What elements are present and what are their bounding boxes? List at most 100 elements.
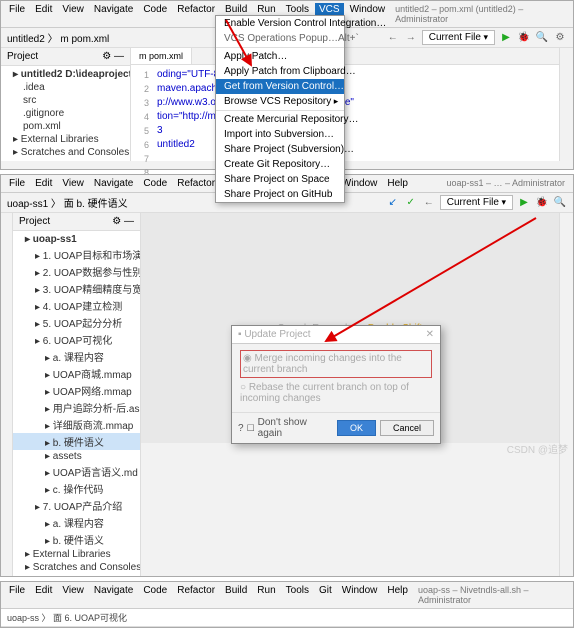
right-rail: [559, 213, 573, 576]
project-label[interactable]: Project: [7, 51, 38, 62]
tree-item[interactable]: ▸ Scratches and Consoles: [1, 146, 130, 159]
menu-file[interactable]: File: [5, 3, 29, 25]
tree-item[interactable]: ▸ c. 操作代码: [13, 480, 140, 497]
vcs-commit-icon[interactable]: ✓: [404, 196, 418, 210]
tree-item[interactable]: ▸ uoap-ss1: [13, 233, 140, 246]
menu-code[interactable]: Code: [139, 584, 171, 606]
menu-edit[interactable]: Edit: [31, 3, 56, 25]
menu-window[interactable]: Window: [338, 584, 382, 606]
tree-item[interactable]: ▸ UOAP网络.mmap: [13, 382, 140, 399]
menu-run[interactable]: Run: [253, 584, 279, 606]
tree-item[interactable]: ▸ 用户追踪分析-后.aspx: [13, 399, 140, 416]
tree-item[interactable]: ▸ a. 课程内容: [13, 514, 140, 531]
dropdown-item[interactable]: Apply Patch…: [216, 49, 344, 64]
menu-file[interactable]: File: [5, 177, 29, 190]
search-icon[interactable]: 🔍: [553, 196, 567, 210]
menu-help[interactable]: Help: [383, 177, 412, 190]
search-icon[interactable]: 🔍: [535, 31, 549, 45]
tree-item[interactable]: ▸ Scratches and Consoles: [13, 561, 140, 574]
menu-navigate[interactable]: Navigate: [90, 584, 137, 606]
breadcrumb[interactable]: uoap-ss 〉 面 6. UOAP可视化: [1, 609, 573, 627]
tree-item[interactable]: ▸ assets: [13, 450, 140, 463]
menu-git[interactable]: Git: [315, 584, 336, 606]
gear-icon[interactable]: ⚙: [553, 31, 567, 45]
dropdown-item[interactable]: Browse VCS Repository ▸: [216, 94, 344, 109]
tree-item[interactable]: ▸ External Libraries: [1, 133, 130, 146]
line-gutter: 12345678: [131, 68, 153, 180]
merge-option[interactable]: ◉ Merge incoming changes into the curren…: [240, 350, 432, 378]
menu-view[interactable]: View: [58, 177, 88, 190]
tree-item[interactable]: pom.xml: [1, 120, 130, 133]
menu-navigate[interactable]: Navigate: [90, 3, 137, 25]
tree-item[interactable]: ▸ 详细版商流.mmap: [13, 416, 140, 433]
run-config-selector[interactable]: Current File ▾: [422, 30, 495, 45]
menu-refactor[interactable]: Refactor: [173, 3, 219, 25]
menu-help[interactable]: Help: [383, 584, 412, 606]
menu-refactor[interactable]: Refactor: [173, 177, 219, 190]
menu-refactor[interactable]: Refactor: [173, 584, 219, 606]
ide-window-1: File Edit View Navigate Code Refactor Bu…: [0, 0, 574, 170]
sidebar-gear-icon[interactable]: ⚙ —: [102, 51, 124, 62]
rebase-option[interactable]: ○ Rebase the current branch on top of in…: [240, 380, 432, 406]
menu-tools[interactable]: Tools: [282, 584, 313, 606]
back-icon[interactable]: ←: [422, 196, 436, 210]
dropdown-item[interactable]: Get from Version Control…: [216, 79, 344, 94]
tree-item[interactable]: ▸ UOAP语言语义.md: [13, 463, 140, 480]
dropdown-item[interactable]: Share Project on GitHub: [216, 187, 344, 202]
menu-file[interactable]: File: [5, 584, 29, 606]
menu-view[interactable]: View: [58, 3, 88, 25]
menubar: File Edit View Navigate Code Refactor Bu…: [1, 582, 573, 609]
menu-code[interactable]: Code: [139, 177, 171, 190]
dropdown-item[interactable]: Create Git Repository…: [216, 157, 344, 172]
tree-item[interactable]: ▸ 4. UOAP建立检测: [13, 297, 140, 314]
menu-edit[interactable]: Edit: [31, 177, 56, 190]
right-rail: [559, 48, 573, 161]
tree-item[interactable]: ▸ b. 硬件语义: [13, 433, 140, 450]
tree-item[interactable]: ▸ untitled2 D:\ideaprojects\untitled2: [1, 68, 130, 81]
vcs-update-icon[interactable]: ↙: [386, 196, 400, 210]
forward-icon[interactable]: →: [404, 31, 418, 45]
menu-edit[interactable]: Edit: [31, 584, 56, 606]
dont-show-checkbox[interactable]: ? ☐ Don't show again: [238, 417, 333, 439]
debug-icon[interactable]: 🐞: [535, 196, 549, 210]
tree-item[interactable]: ▸ UOAP商城.mmap: [13, 365, 140, 382]
window-title: uoap-ss1 – … – Administrator: [442, 177, 569, 190]
back-icon[interactable]: ←: [386, 31, 400, 45]
tree-item[interactable]: ▸ 5. UOAP起分分析: [13, 314, 140, 331]
editor-tab[interactable]: m pom.xml: [131, 48, 192, 64]
dropdown-item[interactable]: Import into Subversion…: [216, 127, 344, 142]
tree-item[interactable]: ▸ 2. UOAP数据参与性别: [13, 263, 140, 280]
dropdown-item[interactable]: Create Mercurial Repository…: [216, 112, 344, 127]
tree-item[interactable]: ▸ b. 硬件语义: [13, 531, 140, 548]
menu-code[interactable]: Code: [139, 3, 171, 25]
tree-item[interactable]: ▸ a. 课程内容: [13, 348, 140, 365]
ok-button[interactable]: OK: [337, 420, 376, 436]
dropdown-item[interactable]: Enable Version Control Integration…: [216, 16, 344, 31]
menu-build[interactable]: Build: [221, 584, 251, 606]
run-config-selector[interactable]: Current File ▾: [440, 195, 513, 210]
dropdown-item[interactable]: VCS Operations Popup…Alt+`: [216, 31, 344, 46]
close-icon[interactable]: ✕: [426, 329, 434, 340]
menu-navigate[interactable]: Navigate: [90, 177, 137, 190]
tree-item[interactable]: .idea: [1, 81, 130, 94]
tree-item[interactable]: .gitignore: [1, 107, 130, 120]
tree-item[interactable]: src: [1, 94, 130, 107]
debug-icon[interactable]: 🐞: [517, 31, 531, 45]
sidebar-gear-icon[interactable]: ⚙ —: [112, 216, 134, 227]
dropdown-item[interactable]: Share Project (Subversion)…: [216, 142, 344, 157]
tree-item[interactable]: ▸ 6. UOAP可视化: [13, 331, 140, 348]
cancel-button[interactable]: Cancel: [380, 420, 434, 436]
tree-item[interactable]: ▸ 3. UOAP精细精度与宽度: [13, 280, 140, 297]
tree-item[interactable]: ▸ External Libraries: [13, 548, 140, 561]
run-icon[interactable]: ▶: [499, 31, 513, 45]
run-icon[interactable]: ▶: [517, 196, 531, 210]
window-title: untitled2 – pom.xml (untitled2) – Admini…: [391, 3, 569, 25]
update-project-dialog: ▪ Update Project✕ ◉ Merge incoming chang…: [231, 325, 441, 444]
breadcrumb[interactable]: uoap-ss1 〉 面 b. 硬件语义: [7, 195, 128, 210]
dropdown-item[interactable]: Share Project on Space: [216, 172, 344, 187]
project-label[interactable]: Project: [19, 216, 50, 227]
breadcrumb[interactable]: untitled2 〉 m pom.xml: [7, 30, 109, 45]
dropdown-item[interactable]: Apply Patch from Clipboard…: [216, 64, 344, 79]
menu-view[interactable]: View: [58, 584, 88, 606]
tree-item[interactable]: ▸ 1. UOAP目标和市场演变: [13, 246, 140, 263]
